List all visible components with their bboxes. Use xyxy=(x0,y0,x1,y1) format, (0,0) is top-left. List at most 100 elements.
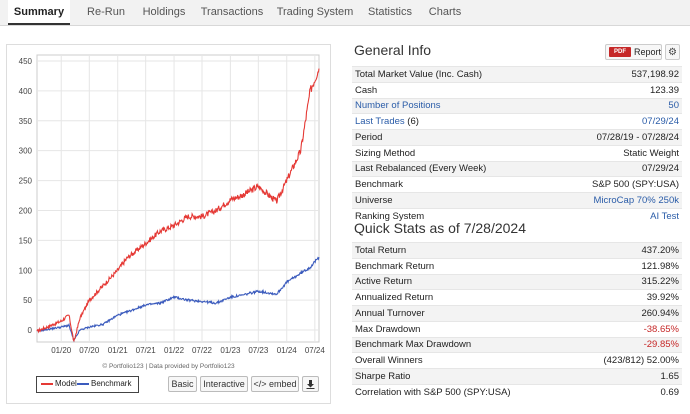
row-value: 315.22% xyxy=(571,273,682,290)
tab-statistics[interactable]: Statistics xyxy=(362,0,418,25)
x-tick-label: 01/22 xyxy=(164,346,185,355)
tab-trading-system[interactable]: Trading System xyxy=(275,0,355,25)
legend-model[interactable]: Model xyxy=(41,377,77,391)
row-value: -38.65% xyxy=(571,320,682,337)
x-tick-label: 01/21 xyxy=(108,346,129,355)
row-label: Universe xyxy=(352,192,549,209)
row-value: 437.20% xyxy=(571,242,682,259)
info-row: Benchmark Return 121.98% xyxy=(352,257,682,274)
performance-chart-panel: 0 50 100 150 200 250 300 350 400 450 01/20 07/20 01/… xyxy=(6,44,331,404)
y-tick-label: 250 xyxy=(19,177,33,186)
row-value[interactable]: 50 xyxy=(548,97,682,114)
row-label-text[interactable]: Number of Positions xyxy=(355,100,441,111)
performance-chart[interactable]: 0 50 100 150 200 250 300 350 400 450 01/20 07/20 01/… xyxy=(7,45,330,361)
row-label: Active Return xyxy=(352,273,572,290)
row-label-text: Overall Winners xyxy=(355,355,423,367)
info-row: Total Market Value (Inc. Cash) 537,198.92 xyxy=(352,66,682,83)
row-value: 0.69 xyxy=(571,383,682,400)
info-row: Last Rebalanced (Every Week) 07/29/24 xyxy=(352,160,682,177)
quick-stats-table: Total Return 437.20% Benchmark Return 121.9… xyxy=(352,242,682,400)
row-label-text: Sharpe Ratio xyxy=(355,370,411,382)
legend-label-benchmark: Benchmark xyxy=(91,379,132,388)
info-row: Max Drawdown -38.65% xyxy=(352,320,682,337)
tab-bar: Summary Re-Run Holdings Transactions Tra… xyxy=(0,0,690,26)
row-value[interactable]: 07/29/24 xyxy=(548,113,682,130)
y-tick-label: 200 xyxy=(19,206,33,215)
chart-credit: © Portfolio123 | Data provided by Portfo… xyxy=(102,363,235,370)
info-row: Cash 123.39 xyxy=(352,81,682,98)
row-label: Cash xyxy=(352,81,549,98)
quick-stats-title: Quick Stats as of 7/28/2024 xyxy=(354,220,526,236)
row-label-text: Active Return xyxy=(355,276,413,288)
y-tick-label: 300 xyxy=(19,147,33,156)
tab-charts[interactable]: Charts xyxy=(424,0,466,25)
info-row: Number of Positions 50 xyxy=(352,97,682,114)
x-tick-label: 01/23 xyxy=(220,346,241,355)
y-tick-label: 400 xyxy=(19,87,33,96)
info-row: Sharpe Ratio 1.65 xyxy=(352,368,682,385)
info-row: Universe MicroCap 70% 250k xyxy=(352,192,682,209)
row-value[interactable]: MicroCap 70% 250k xyxy=(548,192,682,209)
row-value: -29.85% xyxy=(571,336,682,353)
report-label: Report xyxy=(634,47,662,57)
row-value: (423/812) 52.00% xyxy=(571,352,682,369)
info-row: Annualized Return 39.92% xyxy=(352,289,682,306)
row-label-text: Total Market Value (Inc. Cash) xyxy=(355,68,483,80)
pdf-badge: PDF xyxy=(609,47,631,57)
row-label-text: Annual Turnover xyxy=(355,307,425,319)
settings-button[interactable]: ⚙ xyxy=(665,44,680,60)
row-value: Static Weight xyxy=(548,144,682,161)
row-label[interactable]: Number of Positions xyxy=(352,97,549,114)
x-tick-label: 07/22 xyxy=(192,346,213,355)
x-tick-label: 07/24 xyxy=(305,346,326,355)
row-label-text: Period xyxy=(355,131,383,143)
row-label-text: Benchmark xyxy=(355,179,404,191)
embed-button[interactable]: </> embed xyxy=(251,376,299,392)
row-label-text[interactable]: Last Trades xyxy=(355,116,405,127)
y-tick-label: 150 xyxy=(19,236,33,245)
pdf-report-button[interactable]: PDF Report xyxy=(605,44,662,60)
info-row: Period 07/28/19 - 07/28/24 xyxy=(352,129,682,146)
info-row: Annual Turnover 260.94% xyxy=(352,305,682,322)
row-label-text: Benchmark Return xyxy=(355,260,435,272)
tab-transactions[interactable]: Transactions xyxy=(198,0,266,25)
row-label: Annualized Return xyxy=(352,289,572,306)
row-label-suffix: (6) xyxy=(404,116,419,128)
download-button[interactable] xyxy=(302,376,319,392)
row-label: Benchmark Max Drawdown xyxy=(352,336,572,353)
row-value[interactable]: AI Test xyxy=(548,207,682,224)
tab-holdings[interactable]: Holdings xyxy=(137,0,191,25)
x-tick-label: 07/20 xyxy=(79,346,100,355)
info-row: Overall Winners (423/812) 52.00% xyxy=(352,352,682,369)
row-value: 07/28/19 - 07/28/24 xyxy=(548,129,682,146)
y-tick-label: 450 xyxy=(19,57,33,66)
chart-legend: Model Benchmark xyxy=(36,376,139,393)
row-label: Benchmark xyxy=(352,176,549,193)
row-value: 39.92% xyxy=(571,289,682,306)
row-label[interactable]: Last Trades (6) xyxy=(352,113,549,130)
row-label-text: Sizing Method xyxy=(355,147,416,159)
row-value: 07/29/24 xyxy=(548,160,682,177)
legend-label-model: Model xyxy=(55,379,77,388)
tab-summary[interactable]: Summary xyxy=(8,0,70,25)
row-label: Sizing Method xyxy=(352,144,549,161)
tab-re-run[interactable]: Re-Run xyxy=(80,0,132,25)
interactive-button[interactable]: Interactive xyxy=(200,376,248,392)
basic-button[interactable]: Basic xyxy=(168,376,197,392)
y-tick-label: 350 xyxy=(19,117,33,126)
row-label: Period xyxy=(352,129,549,146)
row-label: Sharpe Ratio xyxy=(352,368,572,385)
general-info-table: Total Market Value (Inc. Cash) 537,198.92… xyxy=(352,66,682,224)
info-row: Sizing Method Static Weight xyxy=(352,144,682,161)
row-label: Last Rebalanced (Every Week) xyxy=(352,160,549,177)
x-tick-label: 01/20 xyxy=(51,346,72,355)
row-label: Benchmark Return xyxy=(352,257,572,274)
legend-benchmark[interactable]: Benchmark xyxy=(77,377,131,391)
row-label-text: Benchmark Max Drawdown xyxy=(355,339,472,351)
y-tick-label: 50 xyxy=(23,296,32,305)
y-tick-label: 0 xyxy=(28,326,33,335)
row-label-text: Total Return xyxy=(355,244,407,256)
info-row: Benchmark S&P 500 (SPY:USA) xyxy=(352,176,682,193)
y-tick-label: 100 xyxy=(19,266,33,275)
row-value: 123.39 xyxy=(548,81,682,98)
